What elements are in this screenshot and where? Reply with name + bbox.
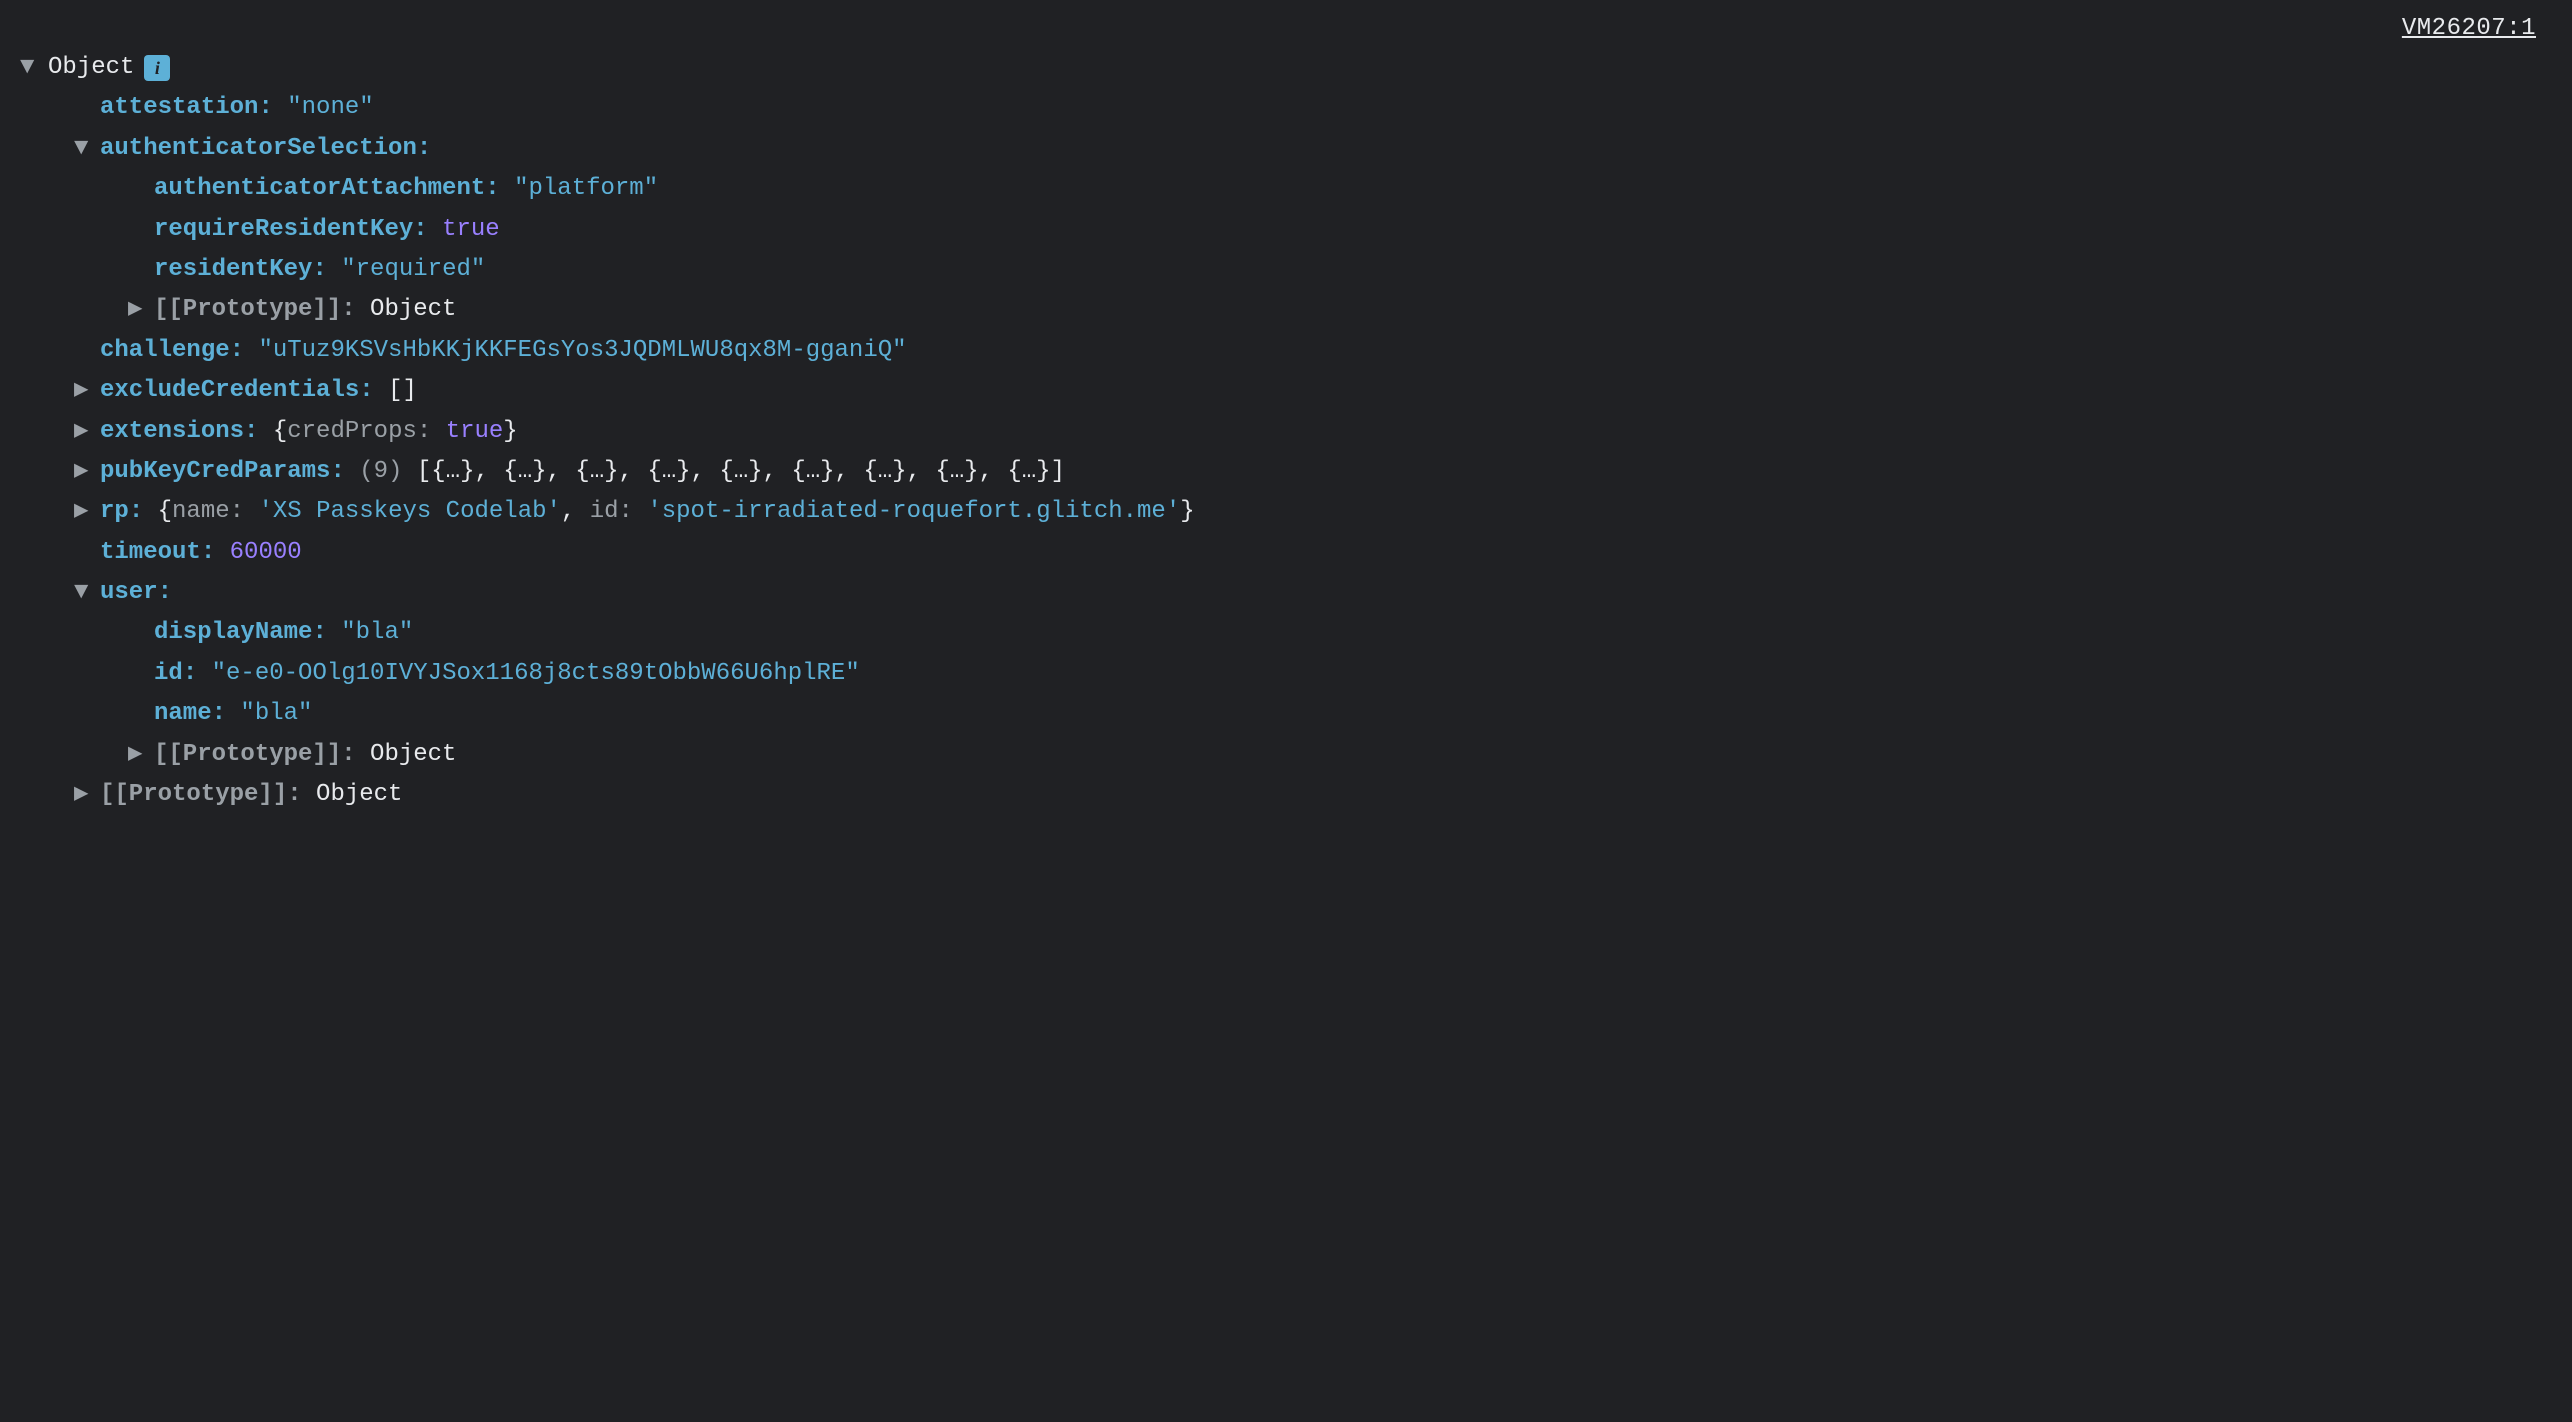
key-label: name [154, 695, 212, 733]
key-label: challenge [100, 332, 230, 370]
key-label: authenticatorAttachment [154, 170, 485, 208]
prop-rp[interactable]: ▶ rp: {name: 'XS Passkeys Codelab', id: … [20, 492, 2552, 532]
chevron-right-icon[interactable]: ▶ [74, 372, 100, 410]
value-string: "bla" [341, 614, 413, 652]
inner-key: credProps [287, 413, 417, 451]
value-string: "uTuz9KSVsHbKKjKKFEGsYos3JQDMLWU8qx8M-gg… [258, 332, 906, 370]
key-label: displayName [154, 614, 312, 652]
key-label: [[Prototype]] [154, 736, 341, 774]
chevron-right-icon[interactable]: ▶ [128, 291, 154, 329]
key-label: [[Prototype]] [154, 291, 341, 329]
object-header-row[interactable]: ▼ Object i [20, 48, 2552, 88]
inner-value-name: 'XS Passkeys Codelab' [258, 493, 560, 531]
chevron-right-icon[interactable]: ▶ [74, 493, 100, 531]
key-label: pubKeyCredParams [100, 453, 330, 491]
prop-exclude-credentials[interactable]: ▶ excludeCredentials: [] [20, 371, 2552, 411]
chevron-right-icon[interactable]: ▶ [74, 413, 100, 451]
inner-value-id: 'spot-irradiated-roquefort.glitch.me' [647, 493, 1180, 531]
prop-prototype-inner[interactable]: ▶ [[Prototype]]: Object [20, 290, 2552, 330]
key-label: user [100, 574, 158, 612]
prop-user-id[interactable]: id: "e-e0-OOlg10IVYJSox1168j8cts89tObbW6… [20, 654, 2552, 694]
inner-key-name: name [172, 493, 230, 531]
inner-key-id: id [590, 493, 619, 531]
key-label: excludeCredentials [100, 372, 359, 410]
prop-attestation[interactable]: attestation: "none" [20, 88, 2552, 128]
key-label: requireResidentKey [154, 211, 413, 249]
object-tree: ▼ Object i attestation: "none" ▼ authent… [20, 48, 2552, 815]
key-label: timeout [100, 534, 201, 572]
chevron-down-icon[interactable]: ▼ [74, 130, 100, 168]
value-string: "e-e0-OOlg10IVYJSox1168j8cts89tObbW66U6h… [212, 655, 860, 693]
prop-pubkey-cred-params[interactable]: ▶ pubKeyCredParams: (9) [{…}, {…}, {…}, … [20, 452, 2552, 492]
value-plain: Object [370, 291, 456, 329]
prop-timeout[interactable]: timeout: 60000 [20, 533, 2552, 573]
value-boolean: true [442, 211, 500, 249]
source-link[interactable]: VM26207:1 [2402, 10, 2536, 48]
value-array: [] [388, 372, 417, 410]
prop-prototype-outer[interactable]: ▶ [[Prototype]]: Object [20, 775, 2552, 815]
value-string: "required" [341, 251, 485, 289]
inner-value: true [446, 413, 504, 451]
key-label: attestation [100, 89, 258, 127]
info-icon[interactable]: i [144, 55, 170, 81]
chevron-right-icon[interactable]: ▶ [74, 453, 100, 491]
prop-authenticator-selection[interactable]: ▼ authenticatorSelection: [20, 129, 2552, 169]
value-plain: Object [316, 776, 402, 814]
key-label: residentKey [154, 251, 312, 289]
prop-resident-key[interactable]: residentKey: "required" [20, 250, 2552, 290]
prop-user[interactable]: ▼ user: [20, 573, 2552, 613]
chevron-down-icon[interactable]: ▼ [20, 49, 46, 87]
array-count: (9) [359, 453, 402, 491]
value-array-preview: [{…}, {…}, {…}, {…}, {…}, {…}, {…}, {…},… [417, 453, 1065, 491]
chevron-down-icon[interactable]: ▼ [74, 574, 100, 612]
value-number: 60000 [230, 534, 302, 572]
key-label: authenticatorSelection [100, 130, 417, 168]
key-label: rp [100, 493, 129, 531]
object-header-label: Object [46, 49, 134, 87]
prop-extensions[interactable]: ▶ extensions: {credProps: true} [20, 412, 2552, 452]
value-string: "none" [287, 89, 373, 127]
key-label: extensions [100, 413, 244, 451]
prop-require-resident-key[interactable]: requireResidentKey: true [20, 210, 2552, 250]
prop-display-name[interactable]: displayName: "bla" [20, 613, 2552, 653]
chevron-right-icon[interactable]: ▶ [74, 776, 100, 814]
value-string: "platform" [514, 170, 658, 208]
key-label: id [154, 655, 183, 693]
value-plain: Object [370, 736, 456, 774]
prop-authenticator-attachment[interactable]: authenticatorAttachment: "platform" [20, 169, 2552, 209]
value-string: "bla" [240, 695, 312, 733]
chevron-right-icon[interactable]: ▶ [128, 736, 154, 774]
prop-challenge[interactable]: challenge: "uTuz9KSVsHbKKjKKFEGsYos3JQDM… [20, 331, 2552, 371]
prop-user-name[interactable]: name: "bla" [20, 694, 2552, 734]
key-label: [[Prototype]] [100, 776, 287, 814]
prop-user-prototype[interactable]: ▶ [[Prototype]]: Object [20, 735, 2552, 775]
